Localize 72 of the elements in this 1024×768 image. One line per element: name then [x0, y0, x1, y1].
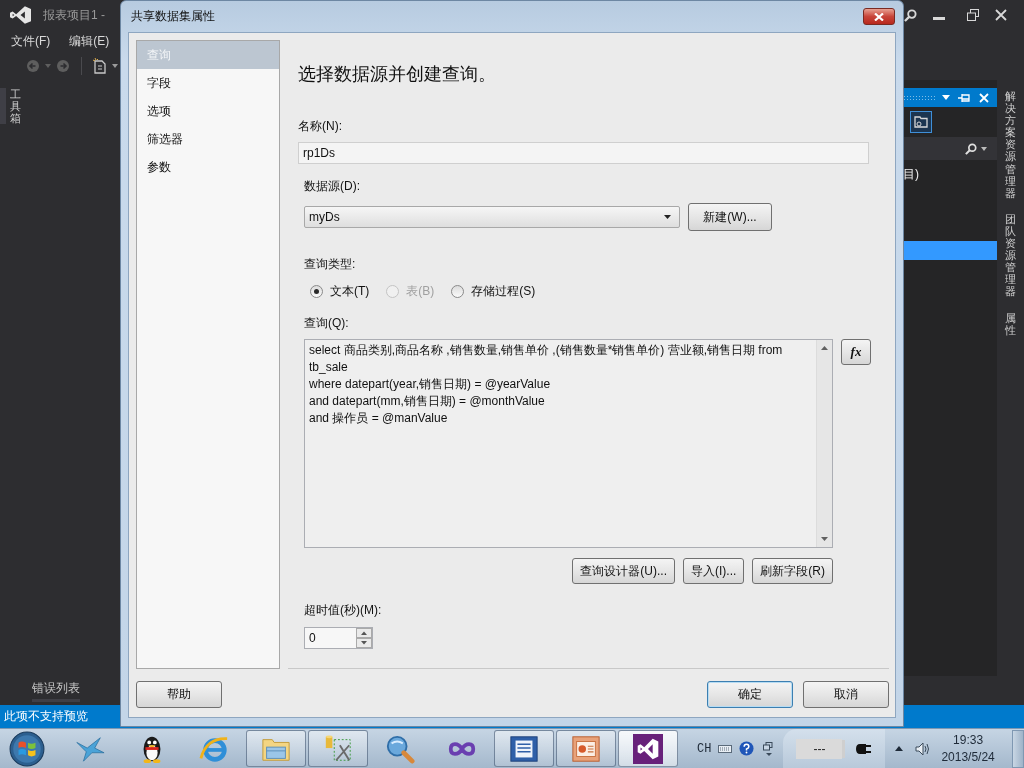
menu-item[interactable]: 编辑(E): [69, 32, 110, 50]
query-field[interactable]: select 商品类别,商品名称 ,销售数量,销售单价 ,(销售数量*销售单价) 营业额,销售日期 from tb_sale where datepart(year,销售日期) = @yearValue and datepart(mm,销售日期) = @monthValue and 操作员 = @manValue: [304, 339, 833, 548]
nav-item[interactable]: 选项: [137, 97, 279, 125]
menu-item[interactable]: 文件(F): [11, 32, 51, 50]
slides-icon: [571, 733, 601, 764]
timeout-field[interactable]: 0: [304, 627, 373, 649]
search-field[interactable]: [903, 137, 997, 160]
search-icon[interactable]: [904, 8, 917, 22]
radio-label[interactable]: 存储过程(S): [471, 282, 536, 300]
side-tab[interactable]: 团队资源管理器: [1005, 210, 1016, 300]
logo-icon: [10, 6, 31, 24]
search-icon[interactable]: [965, 142, 977, 155]
down-arrow-icon[interactable]: [821, 537, 828, 541]
name-field[interactable]: rp1Ds: [298, 142, 869, 164]
clock-time[interactable]: 19:33: [953, 731, 984, 749]
tree-row[interactable]: 目): [903, 165, 997, 184]
speaker-icon[interactable]: [915, 741, 932, 756]
field-label: 名称(N):: [298, 118, 343, 134]
expression-button[interactable]: fx: [841, 339, 871, 365]
heading: 选择数据源并创建查询。: [298, 63, 497, 86]
window-icon[interactable]: [763, 741, 774, 756]
data-source-dropdown[interactable]: myDs: [304, 206, 680, 228]
up-arrow-icon[interactable]: [895, 746, 904, 751]
nav-item[interactable]: 筛选器: [137, 125, 279, 153]
field-label: 查询类型:: [304, 256, 357, 272]
minimize-icon[interactable]: [933, 16, 945, 20]
help-icon[interactable]: [739, 741, 755, 756]
field-label: 超时值(秒)(M):: [304, 602, 383, 618]
status-text: 此项不支持预览: [4, 708, 88, 725]
window-title: 报表项目1 -: [43, 6, 105, 24]
magnifier-icon: [385, 733, 415, 764]
radio-button[interactable]: [451, 284, 465, 298]
field-label: 查询(Q):: [304, 315, 350, 331]
document-icon: [509, 733, 539, 764]
new-button[interactable]: 新建(W)...: [688, 203, 772, 231]
scrollbar[interactable]: [816, 340, 832, 547]
nav-item[interactable]: 字段: [137, 69, 279, 97]
radio-button[interactable]: [310, 284, 323, 298]
dialog-button[interactable]: 取消: [803, 681, 889, 708]
taskbar-button[interactable]: [618, 730, 678, 767]
nav-item[interactable]: 参数: [137, 153, 279, 181]
keyboard-icon[interactable]: [718, 744, 733, 753]
help-button[interactable]: 帮助: [136, 681, 222, 708]
input-language[interactable]: CH: [697, 741, 712, 756]
document-icon[interactable]: [93, 58, 107, 74]
up-arrow-icon[interactable]: [821, 346, 828, 350]
ribbon-icon: [633, 733, 663, 764]
caret-icon[interactable]: [981, 146, 987, 151]
plug-icon[interactable]: [856, 742, 873, 755]
pin-icon[interactable]: [958, 92, 970, 103]
side-tab[interactable]: 解决方案资源管理器: [1005, 88, 1016, 201]
status-indicator[interactable]: ---: [796, 738, 843, 759]
error-list-tab[interactable]: 错误列表: [32, 679, 80, 702]
query-button[interactable]: 刷新字段(R): [752, 558, 833, 584]
caret-icon[interactable]: [664, 215, 671, 219]
database-icon: [323, 733, 353, 764]
dialog-title: 共享数据集属性: [130, 8, 215, 25]
close-icon: [874, 12, 884, 21]
dialog-button[interactable]: 确定: [707, 681, 793, 708]
query-button[interactable]: 导入(I)...: [683, 558, 745, 584]
field-label: 数据源(D):: [304, 178, 361, 194]
radio-label[interactable]: 文本(T): [330, 282, 370, 300]
side-tab[interactable]: 属性: [1005, 309, 1016, 338]
close-icon[interactable]: [995, 9, 1007, 21]
query-button[interactable]: 查询设计器(U)...: [572, 558, 675, 584]
clock-date[interactable]: 2013/5/24: [941, 748, 995, 766]
folder-icon[interactable]: [910, 111, 932, 133]
taskbar-button[interactable]: [494, 730, 554, 767]
orb-icon: [9, 730, 45, 767]
restore-icon[interactable]: [967, 9, 979, 21]
toolbox-tab[interactable]: 工具箱: [0, 88, 21, 125]
close-button[interactable]: [863, 8, 895, 25]
